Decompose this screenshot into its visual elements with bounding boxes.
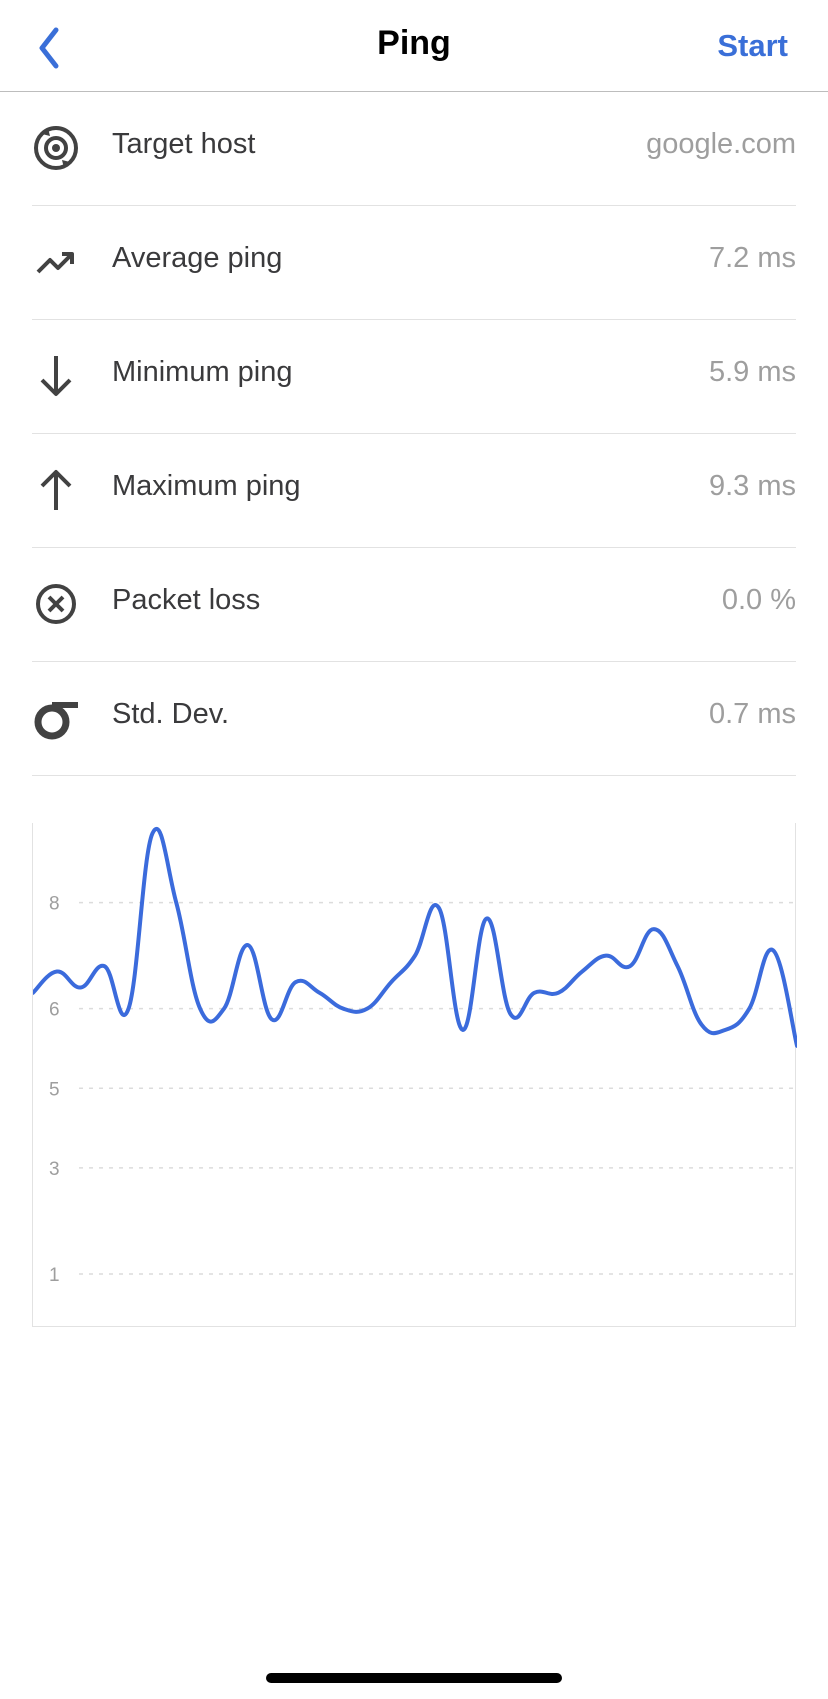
row-label: Average ping (112, 242, 283, 274)
y-tick-label: 5 (49, 1079, 60, 1100)
row-packet-loss: Packet loss 0.0 % (32, 548, 796, 662)
trending-up-icon (32, 238, 80, 286)
y-tick-label: 3 (49, 1159, 60, 1180)
arrow-up-icon (32, 466, 80, 514)
row-value: google.com (646, 128, 796, 160)
ping-series-line (33, 827, 797, 1048)
navigation-bar: Ping Start (0, 0, 828, 92)
row-average-ping: Average ping 7.2 ms (32, 206, 796, 320)
arrow-down-icon (32, 352, 80, 400)
row-label: Std. Dev. (112, 698, 230, 730)
row-label: Maximum ping (112, 470, 301, 502)
chevron-left-icon (39, 27, 59, 69)
y-tick-label: 6 (49, 1000, 60, 1021)
row-value: 0.0 % (721, 584, 796, 616)
x-circle-icon (32, 580, 80, 628)
ping-line-chart: 8 6 5 3 1 (33, 827, 797, 1286)
row-label: Packet loss (112, 584, 261, 616)
target-host-icon (32, 124, 80, 172)
y-tick-label: 8 (49, 894, 60, 915)
home-indicator (266, 1673, 562, 1683)
row-minimum-ping: Minimum ping 5.9 ms (32, 320, 796, 434)
stats-list: Target host google.com Average ping 7.2 … (32, 92, 796, 776)
back-button[interactable] (30, 22, 78, 74)
page-title: Ping (377, 24, 451, 62)
row-std-dev: Std. Dev. 0.7 ms (32, 662, 796, 776)
sigma-icon (32, 694, 80, 742)
row-value: 0.7 ms (708, 698, 796, 730)
row-label: Target host (112, 128, 256, 160)
ping-chart: 8 6 5 3 1 (32, 823, 797, 1327)
start-button[interactable]: Start (717, 28, 788, 64)
row-maximum-ping: Maximum ping 9.3 ms (32, 434, 796, 548)
row-label: Minimum ping (112, 356, 293, 388)
y-tick-label: 1 (49, 1265, 60, 1286)
row-value: 5.9 ms (708, 356, 796, 388)
row-target-host: Target host google.com (32, 92, 796, 206)
row-value: 7.2 ms (708, 242, 796, 274)
row-value: 9.3 ms (708, 470, 796, 502)
